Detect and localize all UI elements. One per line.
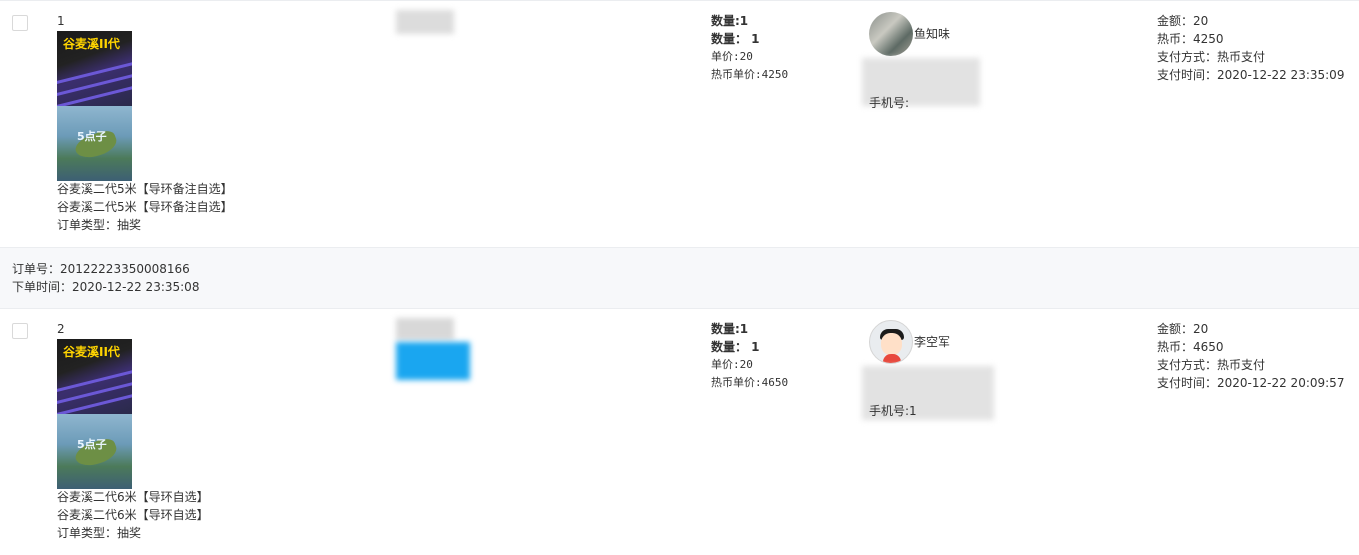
- quantity: 数量： 1: [711, 32, 760, 46]
- amount: 金额：20: [1157, 14, 1209, 28]
- product-image-label: 5点子: [77, 438, 107, 451]
- product-title: 谷麦溪二代6米【导环自选】: [57, 490, 209, 504]
- row-checkbox[interactable]: [12, 323, 28, 339]
- coins: 热币：4650: [1157, 340, 1224, 354]
- coins: 热币：4250: [1157, 32, 1224, 46]
- user-name: 李空军: [914, 335, 951, 349]
- product-image-label: 谷麦溪II代: [63, 345, 120, 359]
- unit-price: 单价:20: [711, 358, 753, 371]
- blurred-spec: [396, 318, 454, 340]
- unit-price: 单价:20: [711, 50, 753, 63]
- product-title: 谷麦溪二代5米【导环备注自选】: [57, 182, 233, 196]
- product-image-label: 谷麦溪II代: [63, 37, 120, 51]
- pay-method: 支付方式：热币支付: [1157, 50, 1266, 64]
- order-meta-bar: 订单号：20122223350008166 下单时间：2020-12-22 23…: [0, 247, 1359, 309]
- pay-time: 支付时间：2020-12-22 23:35:09: [1157, 68, 1345, 82]
- pay-method: 支付方式：热币支付: [1157, 358, 1266, 372]
- quantity: 数量： 1: [711, 340, 760, 354]
- coin-unit-price: 热币单价:4650: [711, 376, 789, 389]
- order-time: 下单时间：2020-12-22 23:35:08: [12, 280, 200, 294]
- phone-label: 手机号:: [869, 96, 910, 110]
- row-index: 1: [57, 14, 65, 28]
- product-image-rod[interactable]: 谷麦溪II代: [57, 339, 132, 414]
- order-number: 订单号：20122223350008166: [12, 262, 190, 276]
- row-index: 2: [57, 322, 65, 336]
- quantity: 数量:1: [711, 14, 749, 28]
- pay-time: 支付时间：2020-12-22 20:09:57: [1157, 376, 1345, 390]
- product-image-label: 5点子: [77, 130, 107, 143]
- user-avatar: [869, 12, 913, 56]
- blurred-spec: [396, 10, 454, 34]
- phone-label: 手机号:1: [869, 404, 917, 418]
- order-row-top-border: [0, 0, 1359, 1]
- quantity: 数量:1: [711, 322, 749, 336]
- user-avatar: [869, 320, 913, 364]
- product-image-lake[interactable]: 5点子: [57, 414, 132, 489]
- row-checkbox[interactable]: [12, 15, 28, 31]
- product-title: 谷麦溪二代5米【导环备注自选】: [57, 200, 233, 214]
- user-name: 鱼知味: [914, 27, 951, 41]
- product-image-lake[interactable]: 5点子: [57, 106, 132, 181]
- blurred-spec: [396, 342, 470, 380]
- order-type: 订单类型：抽奖: [57, 218, 142, 232]
- product-title: 谷麦溪二代6米【导环自选】: [57, 508, 209, 522]
- order-type: 订单类型：抽奖: [57, 526, 142, 540]
- amount: 金额：20: [1157, 322, 1209, 336]
- product-image-rod[interactable]: 谷麦溪II代: [57, 31, 132, 106]
- coin-unit-price: 热币单价:4250: [711, 68, 789, 81]
